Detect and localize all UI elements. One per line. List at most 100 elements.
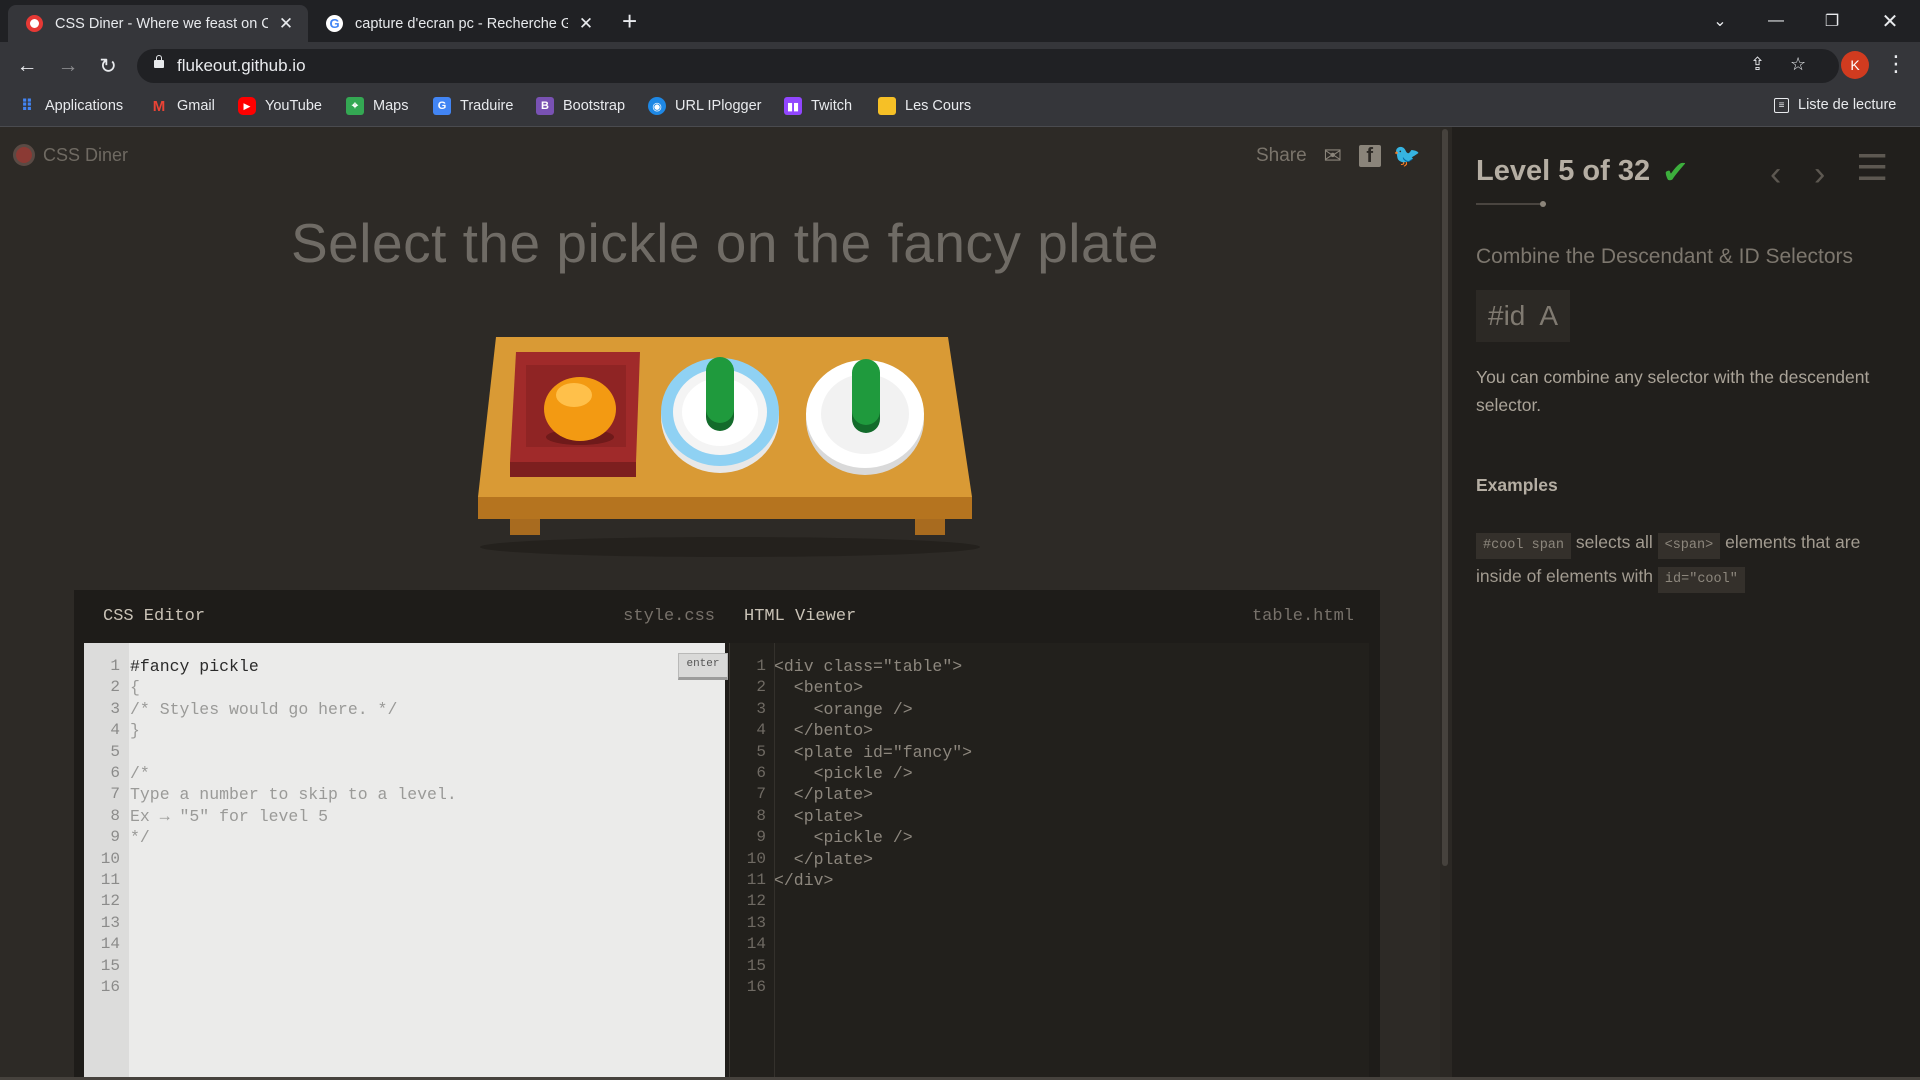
reading-list-button[interactable]: ≡ Liste de lecture	[1774, 97, 1896, 113]
bookmark-bootstrap[interactable]: B Bootstrap	[536, 97, 625, 115]
selector-subtitle: Combine the Descendant & ID Selectors	[1476, 245, 1854, 268]
level-instruction: Select the pickle on the fancy plate	[291, 212, 1159, 274]
address-bar[interactable]: flukeout.github.io ⇪ ☆	[137, 49, 1839, 83]
css-diner-favicon-icon	[26, 15, 43, 32]
level-sidebar: Level 5 of 32 ✔ ‹ › ☰ Combine the Descen…	[1452, 127, 1920, 1080]
bookmark-youtube[interactable]: ▶ YouTube	[238, 97, 322, 115]
line-number: 15	[100, 956, 120, 975]
bookmark-label: Maps	[373, 98, 409, 114]
scrollbar-thumb[interactable]	[1442, 129, 1448, 866]
reading-list-label: Liste de lecture	[1798, 97, 1897, 113]
css-editor-header: CSS Editor style.css	[103, 590, 715, 643]
twitter-share-icon[interactable]: 🐦	[1393, 143, 1420, 168]
previous-level-icon[interactable]: ‹	[1770, 155, 1781, 194]
bookmark-gmail[interactable]: M Gmail	[150, 97, 215, 115]
logo-text: CSS Diner	[43, 144, 129, 165]
code-line: /* Styles would go here. */	[130, 699, 398, 719]
close-tab-icon[interactable]: ✕	[576, 14, 596, 34]
line-number: 12	[746, 892, 766, 911]
line-number: 14	[100, 935, 120, 954]
line-number: 1	[110, 657, 120, 675]
css-editor[interactable]: 1 2 3 4 5 6 7 8 9 10 11 12 13 14 15 16 #fancy pickle{/*…	[84, 643, 728, 1080]
forward-icon[interactable]: →	[52, 50, 84, 82]
lock-icon[interactable]	[154, 55, 164, 68]
html-viewer-header: HTML Viewer table.html	[744, 590, 1354, 643]
code-line: */	[130, 828, 150, 848]
code-line: <plate>	[774, 806, 864, 826]
tab-strip: CSS Diner - Where we feast on CSS ✕ G ca…	[0, 0, 1920, 42]
bookmarks-bar: ⠿ Applications M Gmail ▶ YouTube ⌖ Maps …	[0, 89, 1920, 127]
back-icon[interactable]: ←	[11, 50, 43, 82]
code-line: <plate id="fancy">	[774, 742, 973, 762]
close-tab-icon[interactable]: ✕	[276, 14, 296, 34]
table-leg-left	[510, 517, 540, 535]
code-line: Ex → "5" for level 5	[130, 806, 329, 826]
bookmark-label: Les Cours	[905, 98, 972, 114]
code-line: <pickle />	[774, 764, 913, 783]
page-scrollbar[interactable]	[1440, 127, 1452, 1080]
line-number: 4	[756, 721, 766, 740]
bookmark-star-icon[interactable]: ☆	[1790, 54, 1806, 75]
line-number: 10	[100, 849, 120, 868]
code-line: #fancy pickle	[130, 657, 259, 676]
bookmark-maps[interactable]: ⌖ Maps	[346, 97, 408, 115]
minimize-icon[interactable]: —	[1748, 0, 1804, 42]
share-label: Share	[1256, 145, 1307, 166]
bookmark-twitch[interactable]: ▮▮ Twitch	[784, 97, 852, 115]
line-number: 7	[756, 785, 766, 804]
new-tab-icon[interactable]: +	[622, 6, 637, 36]
level-menu-icon[interactable]: ☰	[1856, 147, 1888, 189]
line-number: 13	[746, 913, 766, 932]
code-line: </div>	[774, 871, 834, 890]
code-line: {	[130, 678, 140, 698]
code-line: <orange />	[774, 699, 913, 719]
profile-avatar[interactable]: K	[1841, 51, 1869, 79]
bookmark-label: Twitch	[811, 98, 853, 114]
line-number: 15	[746, 956, 766, 975]
line-number: 2	[756, 678, 766, 697]
share-page-icon[interactable]: ⇪	[1750, 54, 1765, 75]
email-share-icon[interactable]: ✉	[1321, 143, 1345, 168]
bookmark-url-iplogger[interactable]: ◉ URL IPlogger	[648, 97, 762, 115]
twitch-icon: ▮▮	[784, 97, 802, 115]
line-number: 8	[756, 806, 766, 825]
line-number: 11	[100, 871, 120, 889]
line-number: 5	[110, 742, 120, 761]
tab-google-search[interactable]: G capture d'ecran pc - Recherche Google …	[308, 5, 608, 42]
level-indicator[interactable]: Level 5 of 32	[1476, 155, 1650, 188]
line-number: 13	[100, 913, 120, 932]
google-favicon-icon: G	[326, 15, 343, 32]
tab-css-diner[interactable]: CSS Diner - Where we feast on CSS ✕	[8, 5, 308, 42]
apps-grid-icon: ⠿	[20, 98, 34, 115]
url-text: flukeout.github.io	[177, 56, 306, 75]
bookmark-applications[interactable]: ⠿ Applications	[18, 97, 123, 115]
share-bar: Share ✉ f 🐦	[1256, 143, 1420, 168]
dinner-table-scene	[478, 337, 980, 557]
close-window-icon[interactable]: ✕	[1862, 0, 1918, 42]
level-progress-bar	[1476, 201, 1546, 207]
reload-icon[interactable]: ↻	[92, 50, 124, 82]
selector-description: You can combine any selector with the de…	[1476, 367, 1870, 415]
css-diner-logo[interactable]: CSS Diner	[13, 144, 128, 166]
navigation-bar: ← → ↻ flukeout.github.io ⇪ ☆ K ⋮	[0, 42, 1920, 89]
progress-knob	[1540, 201, 1546, 207]
html-file-name: table.html	[1251, 607, 1354, 626]
line-number: 9	[756, 828, 766, 847]
next-level-icon[interactable]: ›	[1814, 155, 1825, 194]
bookmark-traduire[interactable]: G Traduire	[433, 97, 513, 115]
line-number: 3	[756, 699, 766, 718]
example-code-id-cool: id="cool"	[1657, 567, 1745, 593]
bookmark-les-cours[interactable]: Les Cours	[878, 97, 971, 115]
tab-search-chevron-icon[interactable]: ⌄	[1692, 0, 1748, 42]
facebook-share-icon[interactable]: f	[1358, 145, 1381, 167]
enter-button[interactable]: enter	[678, 653, 728, 680]
bookmark-label: Traduire	[460, 98, 514, 114]
line-number: 1	[756, 657, 766, 675]
example-code-cool-span: #cool span	[1476, 533, 1572, 559]
html-line-numbers: 1 2 3 4 5 6 7 8 9 10 11 12 13 14 15 16	[730, 643, 775, 1080]
restore-icon[interactable]: ❐	[1804, 0, 1860, 42]
browser-menu-icon[interactable]: ⋮	[1885, 52, 1907, 76]
bookmark-label: URL IPlogger	[675, 98, 762, 114]
line-number: 6	[756, 764, 766, 782]
html-viewer[interactable]: 1 2 3 4 5 6 7 8 9 10 11 12 13 14 15 16 <div class="tabl…	[729, 643, 1369, 1080]
